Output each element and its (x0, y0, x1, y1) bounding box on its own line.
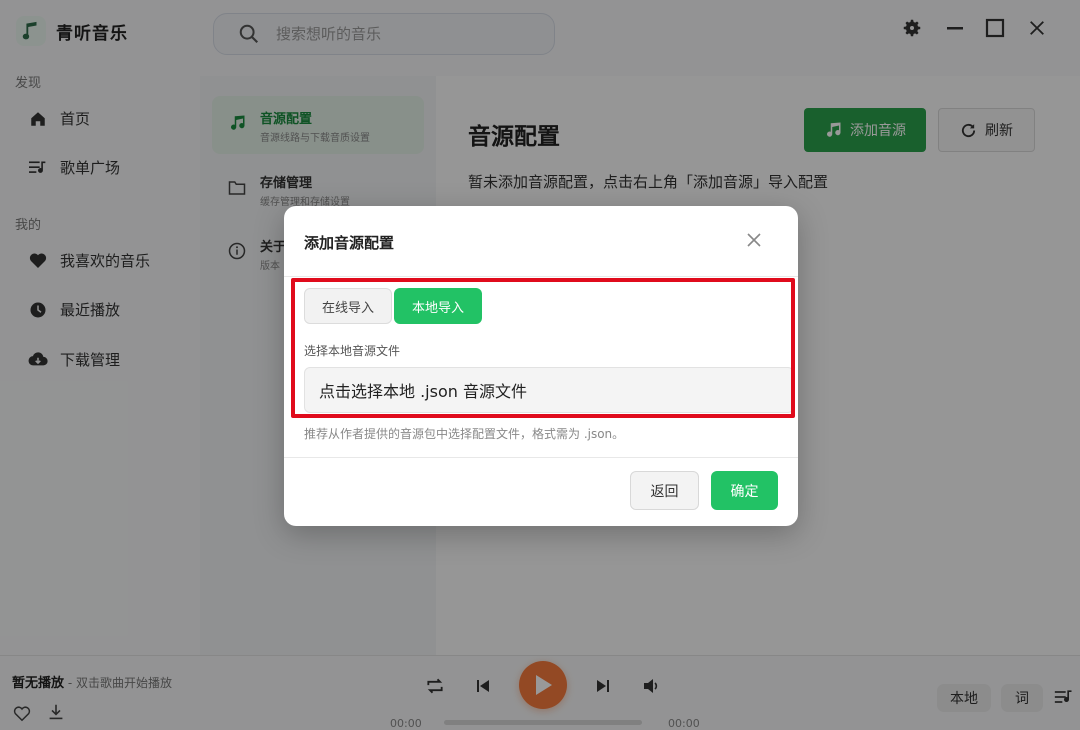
tab-online-import[interactable]: 在线导入 (304, 288, 392, 324)
local-file-picker[interactable]: 点击选择本地 .json 音源文件 (304, 367, 794, 413)
divider (284, 457, 798, 458)
confirm-button[interactable]: 确定 (711, 471, 778, 510)
import-tabs: 在线导入 本地导入 (304, 288, 482, 324)
divider (284, 276, 798, 277)
dialog-close-button[interactable] (746, 232, 764, 250)
tab-local-import[interactable]: 本地导入 (394, 288, 482, 324)
add-source-dialog: 添加音源配置 在线导入 本地导入 选择本地音源文件 点击选择本地 .json 音… (284, 206, 798, 526)
help-text: 推荐从作者提供的音源包中选择配置文件，格式需为 .json。 (304, 427, 625, 441)
back-button[interactable]: 返回 (630, 471, 699, 510)
file-field-label: 选择本地音源文件 (304, 344, 401, 358)
dialog-title: 添加音源配置 (304, 234, 395, 252)
close-icon (746, 232, 764, 248)
